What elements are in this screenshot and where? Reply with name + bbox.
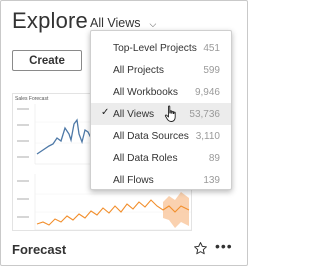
- menu-item-all-flows[interactable]: All Flows 139: [91, 169, 231, 191]
- menu-item-count: 89: [208, 153, 220, 164]
- card-title: Forecast: [12, 242, 67, 257]
- menu-item-all-data-sources[interactable]: All Data Sources 3,110: [91, 125, 231, 147]
- create-button[interactable]: Create: [12, 50, 82, 71]
- view-selector-menu: Top-Level Projects 451 All Projects 599 …: [90, 30, 232, 190]
- page-title: Explore: [12, 8, 88, 33]
- menu-item-all-data-roles[interactable]: All Data Roles 89: [91, 147, 231, 169]
- hand-pointer-icon: [164, 105, 176, 122]
- star-outline-icon[interactable]: [193, 241, 208, 256]
- menu-item-count: 53,736: [189, 109, 220, 120]
- menu-item-count: 9,946: [194, 87, 220, 98]
- menu-item-all-projects[interactable]: All Projects 599: [91, 59, 231, 81]
- chevron-down-icon: ⌵: [149, 18, 157, 29]
- menu-item-count: 451: [203, 43, 220, 54]
- view-selector-label: All Views: [90, 16, 141, 30]
- menu-item-count: 599: [203, 65, 220, 76]
- menu-item-all-workbooks[interactable]: All Workbooks 9,946: [91, 81, 231, 103]
- menu-item-top-level-projects[interactable]: Top-Level Projects 451: [91, 37, 231, 59]
- checkmark-icon: ✓: [101, 107, 110, 118]
- menu-item-count: 3,110: [195, 131, 220, 142]
- more-ellipsis-icon[interactable]: •••: [215, 239, 233, 253]
- menu-item-all-views[interactable]: ✓ All Views 53,736: [91, 103, 231, 125]
- menu-item-count: 139: [203, 175, 220, 186]
